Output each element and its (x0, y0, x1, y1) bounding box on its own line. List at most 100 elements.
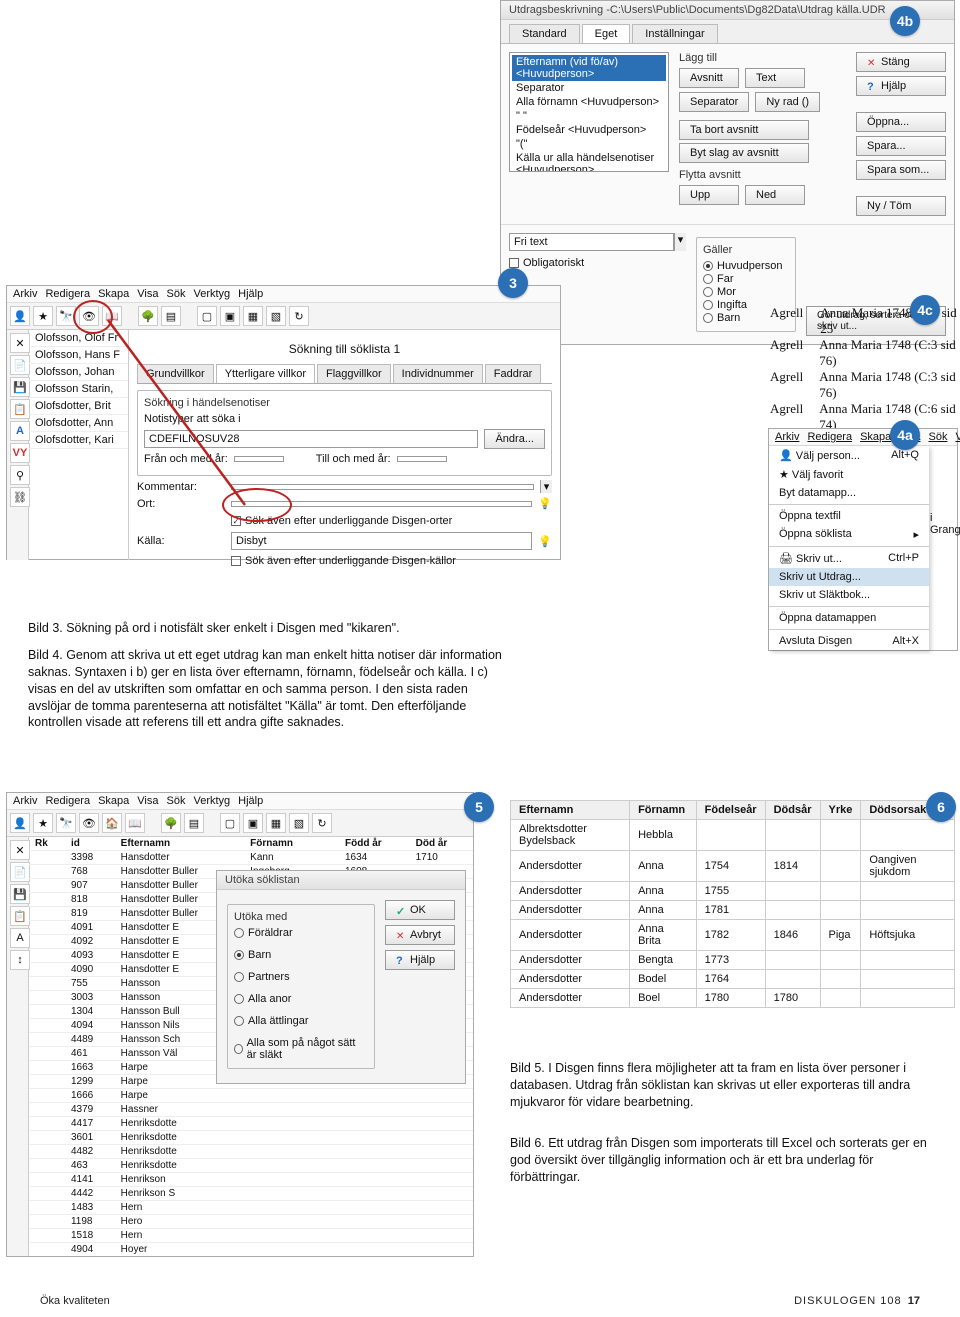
menu-sok[interactable]: Sök (167, 288, 186, 300)
table-row[interactable]: 3601Henriksdotte (29, 1131, 473, 1145)
mi-oppnatext[interactable]: Öppna textfil (769, 507, 929, 525)
input-from[interactable] (234, 456, 284, 462)
btn-avsnitt[interactable]: Avsnitt (679, 68, 739, 88)
m-skapa[interactable]: Skapa (860, 431, 891, 443)
input-notis[interactable]: CDEFILNOSUV28 (144, 430, 478, 448)
side-5[interactable]: A (10, 421, 30, 441)
mi-avsluta[interactable]: Avsluta DisgenAlt+X (769, 632, 929, 650)
tab-faddrar[interactable]: Faddrar (485, 364, 542, 383)
table-row[interactable]: 4379Hassner (29, 1103, 473, 1117)
chk-kallor[interactable]: Sök även efter underliggande Disgen-käll… (231, 555, 456, 567)
tab-standard[interactable]: Standard (509, 24, 580, 43)
side-8[interactable]: ⛓ (10, 487, 30, 507)
radio-huvudperson[interactable]: Huvudperson (703, 260, 789, 272)
table-row[interactable]: 4141Henrikson (29, 1173, 473, 1187)
menu-verktyg[interactable]: Verktyg (193, 288, 230, 300)
table-row[interactable]: 463Henriksdotte (29, 1159, 473, 1173)
table-row[interactable]: 1518Hern (29, 1229, 473, 1243)
menu-redigera[interactable]: Redigera (45, 288, 90, 300)
person-list[interactable]: Olofsson, Olof FrOlofsson, Hans FOlofsso… (29, 330, 129, 560)
r-attlingar[interactable]: Alla ättlingar (234, 1015, 368, 1027)
side-7[interactable]: ⚲ (10, 465, 30, 485)
btn-andra[interactable]: Ändra... (484, 429, 545, 449)
r-foraldrar[interactable]: Föräldrar (234, 927, 368, 939)
dropdown-icon[interactable]: ▾ (674, 233, 686, 251)
tool-box2[interactable]: ▣ (220, 306, 240, 326)
table-row[interactable]: 4482Henriksdotte (29, 1145, 473, 1159)
mi-oppnadatamapp[interactable]: Öppna datamappen (769, 609, 929, 627)
table-row[interactable]: 1289Hoyer (29, 1257, 473, 1258)
chk-obligatoriskt[interactable]: Obligatoriskt (509, 257, 686, 269)
menu-hjalp[interactable]: Hjälp (238, 288, 263, 300)
mi-skrivut[interactable]: 🖨 Skriv ut...Ctrl+P (769, 549, 929, 568)
table-row[interactable]: 4904Hoyer (29, 1243, 473, 1257)
input-to[interactable] (397, 456, 447, 462)
table-row[interactable]: 1198Hero (29, 1215, 473, 1229)
menu-skapa[interactable]: Skapa (98, 288, 129, 300)
btn-ned[interactable]: Ned (745, 185, 805, 205)
btn-sparasom[interactable]: Spara som... (856, 160, 946, 180)
mi-bytdata[interactable]: Byt datamapp... (769, 484, 929, 502)
btn-byt[interactable]: Byt slag av avsnitt (679, 143, 809, 163)
tool-refresh[interactable]: ↻ (289, 306, 309, 326)
btn-nyrad[interactable]: Ny rad () (755, 92, 820, 112)
menu-arkiv[interactable]: Arkiv (13, 288, 37, 300)
r-alla[interactable]: Alla som på något sätt är släkt (234, 1037, 368, 1061)
mi-skrivutdrag[interactable]: Skriv ut Utdrag... (769, 568, 929, 586)
table-row[interactable]: 4442Henrikson S (29, 1187, 473, 1201)
tab-eget[interactable]: Eget (582, 24, 631, 43)
m-sok[interactable]: Sök (929, 431, 948, 443)
mi-oppnasok[interactable]: Öppna söklista▸ (769, 525, 929, 544)
tool-chart[interactable]: ▤ (161, 306, 181, 326)
tab-grund[interactable]: Grundvillkor (137, 364, 214, 383)
r-anor[interactable]: Alla anor (234, 993, 368, 1005)
m-arkiv[interactable]: Arkiv (775, 431, 799, 443)
input-komm[interactable] (231, 484, 534, 490)
btn-avbryt[interactable]: Avbryt (385, 925, 455, 945)
fieldlist[interactable]: Efternamn (vid fö/av) <Huvudperson> Sepa… (509, 52, 669, 172)
r-barn[interactable]: Barn (234, 949, 368, 961)
side-3[interactable]: 💾 (10, 377, 30, 397)
btn-hjalp2[interactable]: Hjälp (385, 950, 455, 970)
input-fritext[interactable]: Fri text (509, 233, 674, 251)
tab-ytterligare[interactable]: Ytterligare villkor (216, 364, 315, 383)
tool-star[interactable]: ★ (33, 306, 53, 326)
mi-skrivslakt[interactable]: Skriv ut Släktbok... (769, 586, 929, 604)
m-ve[interactable]: Ve (955, 431, 960, 443)
tab-flagg[interactable]: Flaggvillkor (317, 364, 391, 383)
tool-tree[interactable]: 🌳 (138, 306, 158, 326)
btn-separator[interactable]: Separator (679, 92, 749, 112)
btn-stang[interactable]: Stäng (856, 52, 946, 72)
tool-person[interactable]: 👤 (10, 306, 30, 326)
btn-ok[interactable]: OK (385, 900, 455, 920)
side-1[interactable]: ✕ (10, 333, 30, 353)
tool-box3[interactable]: ▦ (243, 306, 263, 326)
radio-mor[interactable]: Mor (703, 286, 789, 298)
tool-box1[interactable]: ▢ (197, 306, 217, 326)
side-4[interactable]: 📋 (10, 399, 30, 419)
m-redigera[interactable]: Redigera (807, 431, 852, 443)
caption-bild6: Bild 6. Ett utdrag från Disgen som impor… (510, 1135, 940, 1186)
btn-tabort[interactable]: Ta bort avsnitt (679, 120, 809, 140)
r-partners[interactable]: Partners (234, 971, 368, 983)
badge-3: 3 (498, 268, 528, 298)
mi-valjfavorit[interactable]: ★ Välj favorit (769, 465, 929, 484)
btn-upp[interactable]: Upp (679, 185, 739, 205)
tool-box4[interactable]: ▧ (266, 306, 286, 326)
btn-spara[interactable]: Spara... (856, 136, 946, 156)
tab-installningar[interactable]: Inställningar (632, 24, 717, 43)
menu-visa[interactable]: Visa (137, 288, 158, 300)
side-2[interactable]: 📄 (10, 355, 30, 375)
table-row[interactable]: 1666Harpe (29, 1089, 473, 1103)
btn-text[interactable]: Text (745, 68, 805, 88)
side-6[interactable]: VY (10, 443, 30, 463)
table-row[interactable]: 4417Henriksdotte (29, 1117, 473, 1131)
table-row[interactable]: 3398HansdotterKann16341710 (29, 851, 473, 865)
btn-hjalp[interactable]: Hjälp (856, 76, 946, 96)
btn-oppna[interactable]: Öppna... (856, 112, 946, 132)
table-row[interactable]: 1483Hern (29, 1201, 473, 1215)
tab-individ[interactable]: Individnummer (393, 364, 483, 383)
btn-nytom[interactable]: Ny / Töm (856, 196, 946, 216)
radio-far[interactable]: Far (703, 273, 789, 285)
input-kalla[interactable]: Disbyt (231, 532, 532, 550)
